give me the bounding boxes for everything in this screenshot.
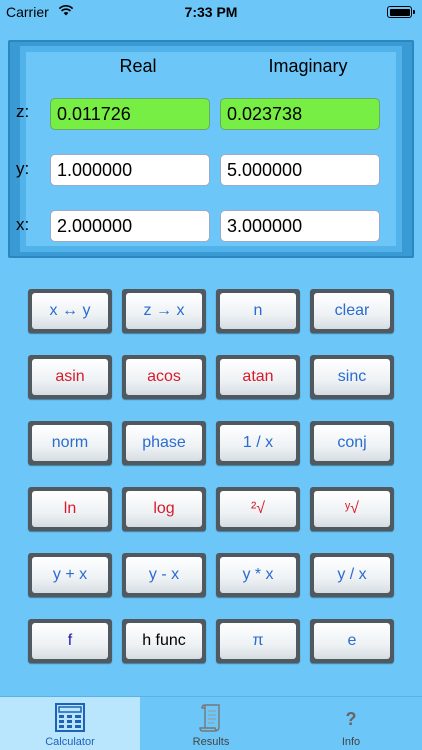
key-label: phase — [126, 425, 202, 461]
h-func-button[interactable]: h func — [122, 619, 206, 663]
key-label: ²√ — [220, 491, 296, 527]
key-label: asin — [32, 359, 108, 395]
calculator-icon — [54, 703, 86, 733]
z-row-label: z: — [16, 102, 30, 121]
swap-xy-button[interactable]: x ↔ y — [28, 289, 112, 333]
f-button[interactable]: f — [28, 619, 112, 663]
real-column-header: Real — [119, 56, 157, 76]
key-label: y * x — [220, 557, 296, 593]
key-label: y - x — [126, 557, 202, 593]
key-label: y / x — [314, 557, 390, 593]
z-real-field[interactable]: 0.011726 — [50, 98, 210, 130]
key-label: f — [32, 623, 108, 659]
key-label: e — [314, 623, 390, 659]
key-label: ln — [32, 491, 108, 527]
phase-button[interactable]: phase — [122, 421, 206, 465]
sinc-button[interactable]: sinc — [310, 355, 394, 399]
key-label: h func — [126, 623, 202, 659]
key-label: n — [220, 293, 296, 329]
tab-bar: Calculator Results ? Info — [0, 696, 422, 750]
y-imag-field[interactable]: 5.000000 — [220, 154, 380, 186]
tab-calculator[interactable]: Calculator — [0, 697, 140, 750]
e-button[interactable]: e — [310, 619, 394, 663]
reciprocal-button[interactable]: 1 / x — [216, 421, 300, 465]
clock-time: 7:33 PM — [184, 4, 238, 20]
y-root-button[interactable]: ʸ√ — [310, 487, 394, 531]
ln-button[interactable]: ln — [28, 487, 112, 531]
imaginary-column-header: Imaginary — [268, 56, 348, 76]
svg-text:?: ? — [346, 709, 357, 729]
key-label: x ↔ y — [32, 293, 108, 329]
battery-icon — [387, 6, 415, 18]
key-label: atan — [220, 359, 296, 395]
n-button[interactable]: n — [216, 289, 300, 333]
pi-button[interactable]: π — [216, 619, 300, 663]
key-label: conj — [314, 425, 390, 461]
tab-results-label: Results — [192, 736, 230, 748]
key-label: 1 / x — [220, 425, 296, 461]
square-root-button[interactable]: ²√ — [216, 487, 300, 531]
divide-button[interactable]: y / x — [310, 553, 394, 597]
scroll-icon — [195, 703, 227, 733]
key-label: sinc — [314, 359, 390, 395]
key-label: norm — [32, 425, 108, 461]
status-bar: Carrier 7:33 PM — [0, 0, 422, 24]
tab-results[interactable]: Results — [141, 697, 281, 750]
asin-button[interactable]: asin — [28, 355, 112, 399]
key-label: ʸ√ — [314, 491, 390, 527]
log-button[interactable]: log — [122, 487, 206, 531]
display-inner: Real Imaginary z: 0.011726 0.023738 y: 1… — [16, 52, 396, 246]
atan-button[interactable]: atan — [216, 355, 300, 399]
norm-button[interactable]: norm — [28, 421, 112, 465]
y-real-field[interactable]: 1.000000 — [50, 154, 210, 186]
x-imag-field[interactable]: 3.000000 — [220, 210, 380, 242]
z-imag-field[interactable]: 0.023738 — [220, 98, 380, 130]
tab-calculator-label: Calculator — [45, 736, 95, 748]
tab-info[interactable]: ? Info — [281, 697, 421, 750]
tab-info-label: Info — [341, 736, 361, 748]
multiply-button[interactable]: y * x — [216, 553, 300, 597]
y-row-label: y: — [16, 159, 30, 178]
x-row-label: x: — [16, 215, 30, 234]
question-icon: ? — [335, 703, 367, 733]
key-label: acos — [126, 359, 202, 395]
key-label: z → x — [126, 293, 202, 329]
acos-button[interactable]: acos — [122, 355, 206, 399]
key-label: log — [126, 491, 202, 527]
key-label: clear — [314, 293, 390, 329]
key-label: π — [220, 623, 296, 659]
subtract-button[interactable]: y - x — [122, 553, 206, 597]
complex-display-panel: Real Imaginary z: 0.011726 0.023738 y: 1… — [8, 40, 414, 258]
x-real-field[interactable]: 2.000000 — [50, 210, 210, 242]
conj-button[interactable]: conj — [310, 421, 394, 465]
add-button[interactable]: y + x — [28, 553, 112, 597]
key-label: y + x — [32, 557, 108, 593]
clear-button[interactable]: clear — [310, 289, 394, 333]
z-to-x-button[interactable]: z → x — [122, 289, 206, 333]
